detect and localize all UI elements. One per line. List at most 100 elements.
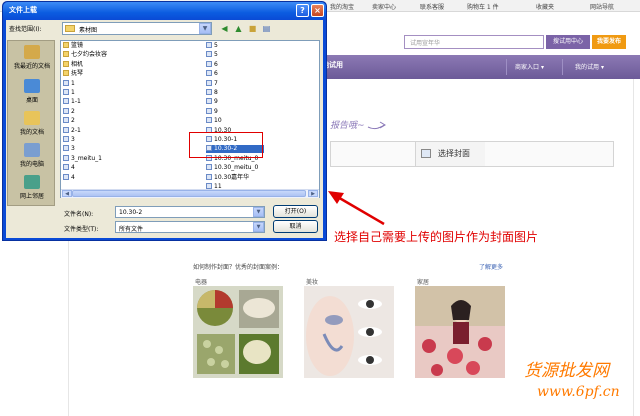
chevron-down-icon[interactable]: ▼ <box>199 23 211 34</box>
look-in-select[interactable]: 素材图 <box>62 22 212 35</box>
file-name: 4 <box>71 173 75 181</box>
image-file-icon <box>63 145 69 152</box>
file-name: 6 <box>214 70 218 78</box>
view-menu-icon[interactable]: ▤ <box>261 23 272 34</box>
file-row[interactable]: 3_meitu_1 <box>63 154 133 163</box>
file-row[interactable]: 4 <box>63 173 133 182</box>
file-row[interactable]: 1-1 <box>63 98 133 106</box>
folder-icon <box>63 70 69 77</box>
watermark-url: www.6pf.cn <box>537 384 620 400</box>
recent-docs-icon <box>24 45 40 59</box>
file-row[interactable]: 2 <box>63 107 133 116</box>
image-file-icon <box>206 173 212 180</box>
file-name: 2 <box>71 117 75 125</box>
file-row[interactable]: 7 <box>206 79 264 88</box>
filename-label: 文件名(N): <box>64 211 94 218</box>
file-row[interactable]: 6 <box>206 60 264 69</box>
file-row[interactable]: 1 <box>63 89 133 97</box>
file-row[interactable]: 5 <box>206 51 264 59</box>
file-row[interactable]: 3 <box>63 145 133 153</box>
image-file-icon <box>63 173 69 180</box>
file-name: 8 <box>214 89 218 96</box>
my-computer-icon <box>24 143 40 157</box>
example-image-beauty[interactable] <box>304 286 394 378</box>
close-icon[interactable]: × <box>311 4 324 17</box>
file-row[interactable]: 七夕约会妆容 <box>63 51 133 59</box>
place-recent[interactable]: 我最近的文档 <box>8 45 56 70</box>
file-row[interactable]: 9 <box>206 98 264 106</box>
scrollbar-thumb[interactable] <box>72 190 306 197</box>
new-folder-icon[interactable]: ■ <box>247 23 258 34</box>
filename-input[interactable]: 10.30-2 <box>115 206 265 218</box>
watermark-text: 货源批发网 <box>524 361 609 381</box>
image-file-icon <box>63 117 69 124</box>
image-file-icon <box>63 107 69 114</box>
file-row[interactable]: 10.30嘉年华 <box>206 173 264 182</box>
file-row[interactable]: 10 <box>206 117 264 125</box>
network-icon <box>24 175 40 189</box>
image-file-icon <box>206 117 212 124</box>
place-label: 我的文档 <box>19 129 44 136</box>
image-file-icon <box>63 126 69 133</box>
place-desktop[interactable]: 桌面 <box>8 79 56 104</box>
folder-icon <box>63 42 69 48</box>
back-icon[interactable]: ◀ <box>219 23 230 34</box>
scroll-left-icon[interactable]: ◀ <box>62 190 72 197</box>
file-name: 6 <box>214 60 218 68</box>
examples-more-link[interactable]: 了解更多 <box>479 262 503 271</box>
file-row[interactable]: 4 <box>63 164 133 172</box>
file-name: 2-1 <box>71 126 81 134</box>
examples-title: 如何制作封面？优秀的封面案例： <box>193 264 284 271</box>
file-name: 7 <box>214 79 218 87</box>
file-row[interactable]: 3 <box>63 136 133 144</box>
file-name: 3 <box>71 145 75 153</box>
scroll-right-icon[interactable]: ▶ <box>308 190 318 197</box>
chevron-down-icon[interactable]: ▼ <box>253 222 264 232</box>
chevron-down-icon[interactable]: ▼ <box>253 207 264 217</box>
filetype-select[interactable]: 所有文件 <box>115 221 265 233</box>
place-my-documents[interactable]: 我的文档 <box>8 111 56 136</box>
file-name: 1 <box>71 89 75 96</box>
file-row[interactable]: 9 <box>206 107 264 116</box>
up-folder-icon[interactable]: ▲ <box>233 23 244 34</box>
image-file-icon <box>206 79 212 86</box>
annotation-text: 选择自己需要上传的图片作为封面图片 <box>334 230 539 244</box>
file-name: 9 <box>214 107 218 115</box>
place-my-computer[interactable]: 我的电脑 <box>8 143 56 168</box>
help-icon[interactable]: ? <box>296 4 309 17</box>
file-row[interactable]: 篮镜 <box>63 42 133 50</box>
cancel-button[interactable]: 取消 <box>273 220 318 233</box>
file-name: 1 <box>71 79 75 87</box>
file-name: 七夕约会妆容 <box>71 51 108 59</box>
file-row[interactable]: 5 <box>206 42 264 50</box>
file-row[interactable]: 1 <box>63 79 133 88</box>
image-file-icon <box>206 42 212 48</box>
file-row[interactable]: 2-1 <box>63 126 133 135</box>
folder-icon <box>63 60 69 67</box>
example-image-appliance[interactable] <box>193 286 283 378</box>
image-file-icon <box>206 60 212 67</box>
example-label: 美妆 <box>306 279 319 286</box>
image-file-icon <box>63 89 69 95</box>
file-row[interactable]: 相机 <box>63 60 133 69</box>
folder-icon <box>63 51 69 58</box>
filetype-label: 文件类型(T): <box>64 226 99 233</box>
image-file-icon <box>63 136 69 142</box>
example-image-home[interactable] <box>415 286 505 378</box>
open-button[interactable]: 打开(O) <box>273 205 318 218</box>
image-file-icon <box>63 79 69 86</box>
file-row[interactable]: 8 <box>206 89 264 97</box>
place-network[interactable]: 网上邻居 <box>8 175 56 200</box>
file-row[interactable]: 10.30_meitu_0 <box>206 164 264 172</box>
image-file-icon <box>206 51 212 58</box>
file-name: 10 <box>214 117 222 125</box>
file-row[interactable]: 抚琴 <box>63 70 133 78</box>
dialog-titlebar[interactable]: 文件上载 ? × <box>3 2 326 20</box>
file-row[interactable]: 6 <box>206 70 264 78</box>
file-row[interactable]: 2 <box>63 117 133 125</box>
file-name: 9 <box>214 98 218 106</box>
image-file-icon <box>206 164 212 171</box>
file-name: 抚琴 <box>71 70 84 78</box>
image-file-icon <box>63 164 69 171</box>
places-bar: 我最近的文档 桌面 我的文档 我的电脑 网上邻居 <box>7 40 55 206</box>
